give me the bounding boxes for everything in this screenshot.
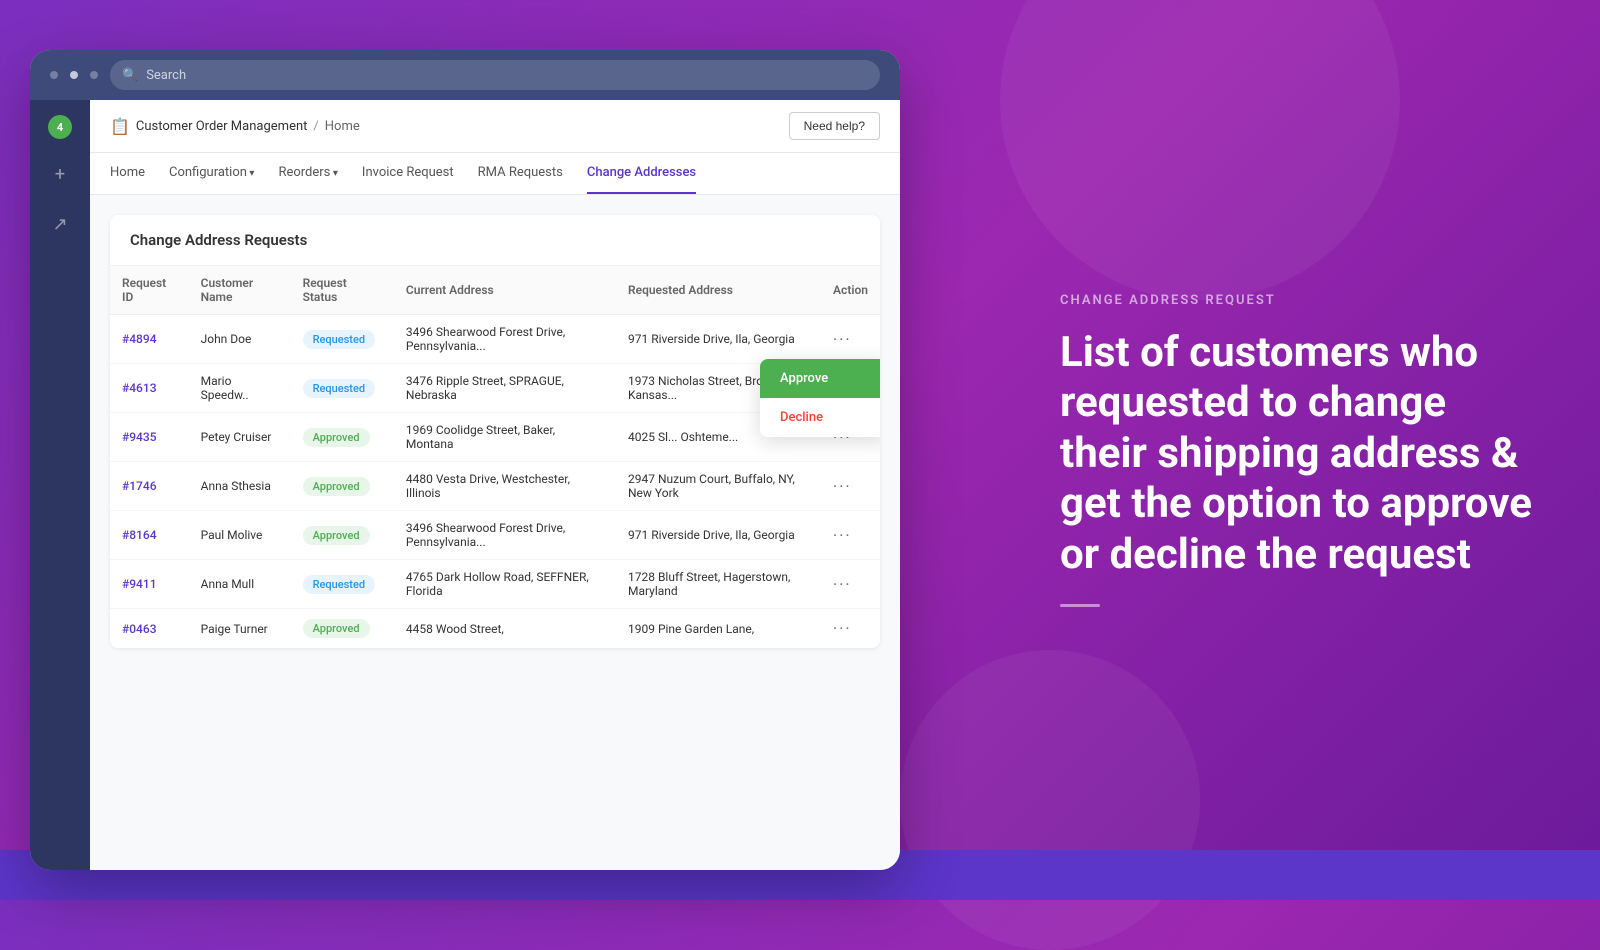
breadcrumb: 📋 Customer Order Management / Home — [110, 117, 360, 136]
cell-current-address: 3496 Shearwood Forest Drive, Pennsylvani… — [394, 511, 616, 560]
table-row: #4894 John Doe Requested 3496 Shearwood … — [110, 315, 880, 364]
browser-dot-2 — [70, 71, 78, 79]
cell-current-address: 4458 Wood Street, — [394, 609, 616, 649]
main-content: 📋 Customer Order Management / Home Need … — [90, 100, 900, 870]
nav-bar: Home Configuration Reorders Invoice Requ… — [90, 153, 900, 195]
action-cell[interactable]: ··· — [821, 315, 880, 364]
cell-current-address: 4765 Dark Hollow Road, SEFFNER, Florida — [394, 560, 616, 609]
cell-current-address: 3476 Ripple Street, SPRAGUE, Nebraska — [394, 364, 616, 413]
add-icon[interactable]: + — [45, 159, 75, 189]
breadcrumb-separator: / — [313, 119, 318, 134]
cell-customer-name: Anna Mull — [189, 560, 291, 609]
search-text: Search — [146, 68, 186, 83]
cell-current-address: 4480 Vesta Drive, Westchester, Illinois — [394, 462, 616, 511]
col-request-id: Request ID — [110, 266, 189, 315]
browser-chrome: 🔍 Search — [30, 50, 900, 100]
cell-request-status: Requested — [291, 364, 394, 413]
action-dots-button[interactable]: ··· — [833, 619, 852, 638]
table-row: #1746 Anna Sthesia Approved 4480 Vesta D… — [110, 462, 880, 511]
cell-request-id[interactable]: #4613 — [110, 364, 189, 413]
sidebar: 4 + ↗ — [30, 100, 90, 870]
col-request-status: Request Status — [291, 266, 394, 315]
action-dots-button[interactable]: ··· — [833, 330, 852, 349]
right-panel-title: List of customers who requested to chang… — [1060, 328, 1540, 580]
cell-request-id[interactable]: #9411 — [110, 560, 189, 609]
app-name: Customer Order Management — [136, 119, 307, 134]
nav-rma-requests[interactable]: RMA Requests — [478, 153, 563, 194]
app-layout: 4 + ↗ 📋 Customer Order Management / Home… — [30, 100, 900, 870]
browser-window: 🔍 Search 4 + ↗ 📋 Customer Order Manageme… — [30, 50, 900, 870]
action-cell[interactable]: ··· — [821, 462, 880, 511]
table-header-row: Request ID Customer Name Request Status … — [110, 266, 880, 315]
content-area: Change Address Requests Request ID Custo… — [90, 195, 900, 870]
action-cell[interactable]: ··· — [821, 609, 880, 649]
nav-home[interactable]: Home — [110, 153, 145, 194]
action-cell[interactable]: ··· Approve Decline — [821, 364, 880, 413]
browser-search-bar[interactable]: 🔍 Search — [110, 60, 880, 90]
action-cell[interactable]: ··· — [821, 560, 880, 609]
right-panel: CHANGE ADDRESS REQUEST List of customers… — [1000, 0, 1600, 900]
col-customer-name: Customer Name — [189, 266, 291, 315]
cell-request-status: Requested — [291, 315, 394, 364]
table-card-title: Change Address Requests — [110, 215, 880, 266]
nav-change-addresses[interactable]: Change Addresses — [587, 153, 696, 194]
table-card: Change Address Requests Request ID Custo… — [110, 215, 880, 648]
table-row: #4613 Mario Speedw.. Requested 3476 Ripp… — [110, 364, 880, 413]
action-dots-button[interactable]: ··· — [833, 575, 852, 594]
cell-request-id[interactable]: #4894 — [110, 315, 189, 364]
cell-current-address: 1969 Coolidge Street, Baker, Montana — [394, 413, 616, 462]
cell-customer-name: John Doe — [189, 315, 291, 364]
cell-customer-name: Paul Molive — [189, 511, 291, 560]
cell-customer-name: Anna Sthesia — [189, 462, 291, 511]
data-table: Request ID Customer Name Request Status … — [110, 266, 880, 648]
cell-customer-name: Paige Turner — [189, 609, 291, 649]
cell-requested-address: 1728 Bluff Street, Hagerstown, Maryland — [616, 560, 821, 609]
cell-requested-address: 2947 Nuzum Court, Buffalo, NY, New York — [616, 462, 821, 511]
action-dots-button[interactable]: ··· — [833, 526, 852, 545]
cell-requested-address: 1909 Pine Garden Lane, — [616, 609, 821, 649]
col-requested-address: Requested Address — [616, 266, 821, 315]
app-icon: 📋 — [110, 117, 130, 136]
cell-request-status: Approved — [291, 609, 394, 649]
decline-button[interactable]: Decline — [760, 398, 880, 437]
browser-dot-1 — [50, 71, 58, 79]
right-panel-divider — [1060, 604, 1100, 607]
browser-dot-3 — [90, 71, 98, 79]
export-icon[interactable]: ↗ — [45, 209, 75, 239]
search-icon: 🔍 — [122, 68, 138, 83]
nav-configuration[interactable]: Configuration — [169, 153, 254, 194]
nav-invoice-request[interactable]: Invoice Request — [362, 153, 454, 194]
cell-request-status: Approved — [291, 511, 394, 560]
cell-request-id[interactable]: #8164 — [110, 511, 189, 560]
cell-customer-name: Petey Cruiser — [189, 413, 291, 462]
cell-requested-address: 971 Riverside Drive, Ila, Georgia — [616, 315, 821, 364]
cell-request-id[interactable]: #0463 — [110, 609, 189, 649]
table-row: #8164 Paul Molive Approved 3496 Shearwoo… — [110, 511, 880, 560]
cell-request-status: Requested — [291, 560, 394, 609]
dropdown-menu: Approve Decline — [760, 359, 880, 437]
col-action: Action — [821, 266, 880, 315]
action-dots-button[interactable]: ··· — [833, 477, 852, 496]
cell-request-id[interactable]: #1746 — [110, 462, 189, 511]
action-cell[interactable]: ··· — [821, 511, 880, 560]
cell-customer-name: Mario Speedw.. — [189, 364, 291, 413]
col-current-address: Current Address — [394, 266, 616, 315]
cell-current-address: 3496 Shearwood Forest Drive, Pennsylvani… — [394, 315, 616, 364]
right-panel-label: CHANGE ADDRESS REQUEST — [1060, 293, 1540, 308]
cell-request-status: Approved — [291, 413, 394, 462]
breadcrumb-home[interactable]: Home — [325, 119, 360, 134]
cell-request-status: Approved — [291, 462, 394, 511]
nav-reorders[interactable]: Reorders — [278, 153, 337, 194]
table-row: #0463 Paige Turner Approved 4458 Wood St… — [110, 609, 880, 649]
help-button[interactable]: Need help? — [789, 112, 880, 140]
table-row: #9411 Anna Mull Requested 4765 Dark Holl… — [110, 560, 880, 609]
cell-requested-address: 971 Riverside Drive, Ila, Georgia — [616, 511, 821, 560]
app-header: 📋 Customer Order Management / Home Need … — [90, 100, 900, 153]
notification-badge[interactable]: 4 — [48, 115, 72, 139]
approve-button[interactable]: Approve — [760, 359, 880, 398]
cell-request-id[interactable]: #9435 — [110, 413, 189, 462]
